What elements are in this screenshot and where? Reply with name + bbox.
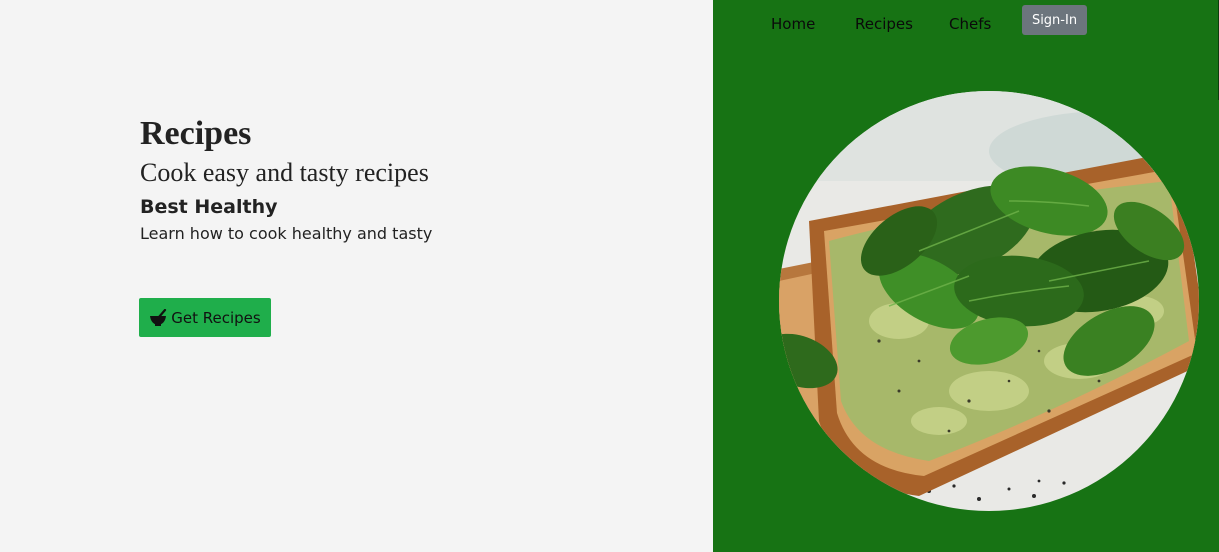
hero-text-block: Recipes Cook easy and tasty recipes Best… [140, 114, 432, 245]
nav-link-chefs[interactable]: Chefs [949, 14, 991, 34]
hero-subtitle: Cook easy and tasty recipes [140, 158, 429, 187]
avocado-toast-illustration [779, 91, 1199, 511]
hero-description: Learn how to cook healthy and tasty [140, 224, 433, 243]
mortar-bowl-icon [149, 308, 167, 327]
hero-title: Recipes [140, 115, 252, 152]
top-navigation: Home Recipes Chefs Sign-In [713, 0, 1219, 48]
get-recipes-button[interactable]: Get Recipes [139, 298, 271, 337]
hero-heading: Best Healthy [140, 196, 278, 218]
image-panel: Home Recipes Chefs Sign-In [713, 0, 1219, 552]
sign-in-button[interactable]: Sign-In [1022, 5, 1087, 35]
nav-link-recipes[interactable]: Recipes [855, 14, 913, 34]
hero-panel: Recipes Cook easy and tasty recipes Best… [0, 0, 713, 552]
nav-link-home[interactable]: Home [771, 14, 815, 34]
get-recipes-label: Get Recipes [171, 308, 261, 327]
food-photo [779, 91, 1199, 511]
landing-page: Recipes Cook easy and tasty recipes Best… [0, 0, 1219, 552]
